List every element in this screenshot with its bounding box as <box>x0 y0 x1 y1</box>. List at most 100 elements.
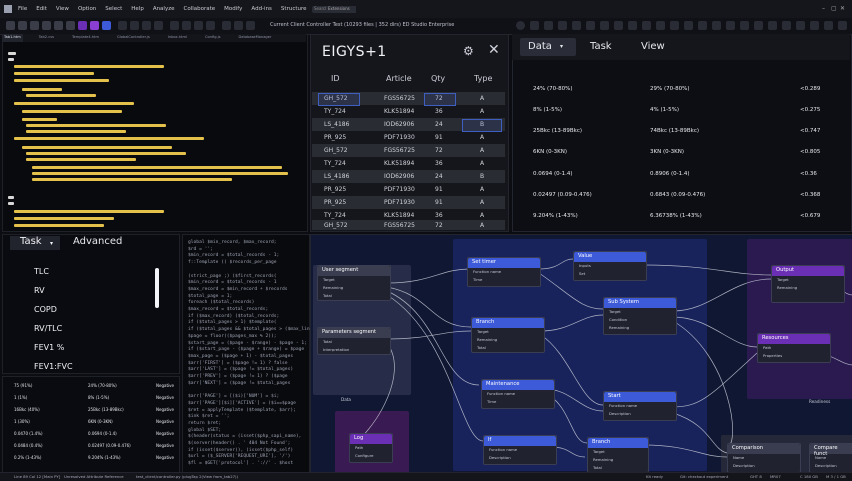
save-icon[interactable] <box>54 21 63 30</box>
node-branch-2[interactable]: Branch Target Remaining Total <box>587 437 649 473</box>
tab-data[interactable]: Data <box>528 41 552 52</box>
refresh-icon[interactable] <box>30 21 39 30</box>
task-tab-label[interactable]: Task <box>20 236 42 247</box>
build-icon[interactable] <box>118 21 127 30</box>
node-comparison[interactable]: Comparison Name Description <box>727 443 801 473</box>
status-file[interactable]: test_client/controller.py (plugTap 2(Vie… <box>136 474 238 479</box>
menu-collaborate[interactable]: Collaborate <box>184 6 216 12</box>
node-output[interactable]: Output Target Remaining <box>771 265 845 303</box>
node-port[interactable]: Description <box>810 462 852 470</box>
table-icon[interactable] <box>170 21 179 30</box>
fit-icon[interactable] <box>656 21 665 30</box>
task-item[interactable]: COPD <box>34 305 57 314</box>
node-set-timer[interactable]: Set timer Function name Time <box>467 257 541 287</box>
node-user-segment[interactable]: User segment Target Remaining Total <box>317 265 391 301</box>
table-row[interactable]: PR_925 PDF71930 91 A <box>312 183 505 196</box>
editor-tab[interactable]: DatabaseManager <box>237 34 274 42</box>
status-cursor-position[interactable]: Line 89 Col 12 [Main PY] <box>14 474 60 479</box>
node-port[interactable]: Function name <box>484 446 556 454</box>
task-item[interactable]: FEV1 % <box>34 343 64 352</box>
menu-view[interactable]: View <box>56 6 69 12</box>
run-icon[interactable] <box>78 21 87 30</box>
more-icon[interactable] <box>838 21 847 30</box>
info-icon[interactable] <box>782 21 791 30</box>
table-row[interactable]: TY_724 KLK51894 36 A <box>312 105 505 118</box>
node-port[interactable]: Total <box>318 338 390 346</box>
task-item[interactable]: RV <box>34 286 45 295</box>
back-icon[interactable] <box>6 21 15 30</box>
table-row[interactable]: TY_724 KLK51894 36 A <box>312 157 505 170</box>
table-row[interactable]: PR_925 PDF71930 91 A <box>312 196 505 209</box>
editor-tab[interactable]: GlobalController.js <box>115 34 152 42</box>
copy-icon[interactable] <box>66 21 75 30</box>
node-port[interactable]: Target <box>472 328 544 336</box>
node-port[interactable]: Inputs <box>574 262 646 270</box>
scrollbar[interactable] <box>155 268 159 308</box>
node-port[interactable]: Target <box>772 276 844 284</box>
editor-tab[interactable]: Template4.htm <box>70 34 101 42</box>
menu-file[interactable]: File <box>18 6 27 12</box>
expand-icon[interactable] <box>796 21 805 30</box>
node-port[interactable]: Function name <box>604 402 676 410</box>
share-icon[interactable] <box>558 21 567 30</box>
gear-icon[interactable]: ⚙ <box>463 44 474 58</box>
mail-icon[interactable] <box>740 21 749 30</box>
column-header-type[interactable]: Type <box>474 74 492 83</box>
tab-task[interactable]: Task <box>590 41 612 52</box>
node-value[interactable]: Value Inputs Set <box>573 251 647 281</box>
node-port[interactable]: Description <box>484 454 556 462</box>
node-port[interactable]: Total <box>472 344 544 352</box>
panel-icon[interactable] <box>810 21 819 30</box>
node-sub-system[interactable]: Sub System Target Condition Remaining <box>603 297 677 335</box>
menu-edit[interactable]: Edit <box>36 6 47 12</box>
chevron-down-icon[interactable]: ▾ <box>560 43 563 50</box>
table-row[interactable]: GH_572 FGS56725 72 A <box>312 220 505 230</box>
flag-icon[interactable] <box>530 21 539 30</box>
column-header-qty[interactable]: Qty <box>431 74 445 83</box>
node-resources[interactable]: Resources Path Properties <box>757 333 831 363</box>
node-port[interactable]: Remaining <box>604 324 676 332</box>
home-icon[interactable] <box>42 21 51 30</box>
bell-icon[interactable] <box>754 21 763 30</box>
node-compare-function[interactable]: Compare funct Name Description <box>809 443 852 473</box>
editor-tab[interactable]: Tab2.css <box>37 34 56 42</box>
status-git[interactable]: Git: checkout experiment <box>680 474 728 479</box>
clock-icon[interactable] <box>516 21 525 30</box>
node-log[interactable]: Log Path Configure <box>349 433 393 463</box>
node-port[interactable]: Set <box>574 270 646 278</box>
node-port[interactable]: Time <box>482 398 554 406</box>
node-port[interactable]: Total <box>318 292 390 300</box>
node-port[interactable]: Remaining <box>318 284 390 292</box>
node-port[interactable]: Path <box>758 344 830 352</box>
node-port[interactable]: Description <box>728 462 800 470</box>
node-port[interactable]: Name <box>728 454 800 462</box>
menu-option[interactable]: Option <box>78 6 96 12</box>
maximize-icon[interactable]: ▢ <box>831 5 837 12</box>
menu-modify[interactable]: Modify <box>224 6 242 12</box>
upload-icon[interactable] <box>712 21 721 30</box>
lock-icon[interactable] <box>246 21 255 30</box>
chart-icon[interactable] <box>182 21 191 30</box>
editor-tab[interactable]: Config.js <box>203 34 223 42</box>
tag-icon[interactable] <box>684 21 693 30</box>
menu-help[interactable]: Help <box>131 6 144 12</box>
node-port[interactable]: Path <box>350 444 392 452</box>
deploy-icon[interactable] <box>130 21 139 30</box>
node-port[interactable]: Name <box>810 454 852 462</box>
menu-analyze[interactable]: Analyze <box>153 6 175 12</box>
print-icon[interactable] <box>726 21 735 30</box>
pin-icon[interactable] <box>670 21 679 30</box>
layers-icon[interactable] <box>142 21 151 30</box>
status-warning[interactable]: Unresolved Attribute Reference <box>64 474 124 479</box>
user-icon[interactable] <box>234 21 243 30</box>
tab-view[interactable]: View <box>641 41 665 52</box>
node-port[interactable]: Properties <box>758 352 830 360</box>
column-header-id[interactable]: ID <box>331 74 340 83</box>
help-icon[interactable] <box>768 21 777 30</box>
debug-icon[interactable] <box>90 21 99 30</box>
node-port[interactable]: Target <box>604 308 676 316</box>
sort-icon[interactable] <box>614 21 623 30</box>
grid-icon[interactable] <box>154 21 163 30</box>
node-parameters-segment[interactable]: Parameters segment Total Interpretation <box>317 327 391 355</box>
menu-select[interactable]: Select <box>105 6 122 12</box>
